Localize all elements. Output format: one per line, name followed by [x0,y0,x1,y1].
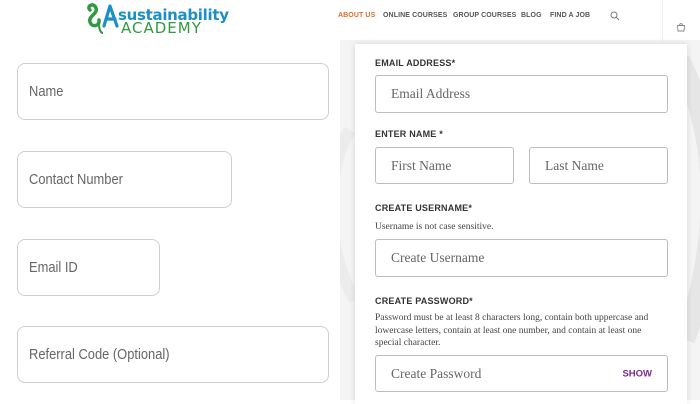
enter-name-label: ENTER NAME * [375,129,443,139]
show-password-button[interactable]: SHOW [622,368,652,379]
create-username-placeholder: Create Username [391,250,485,265]
name-placeholder: Name [29,83,64,100]
search-icon[interactable] [610,11,620,21]
create-username-label: CREATE USERNAME* [375,203,473,213]
last-name-input[interactable]: Last Name [529,147,668,184]
registration-panel: EMAIL ADDRESS* Email Address ENTER NAME … [355,44,687,404]
email-address-placeholder: Email Address [391,86,471,101]
name-input[interactable]: Name [17,63,329,120]
referral-code-input[interactable]: Referral Code (Optional) [17,326,329,383]
nav-online-courses[interactable]: ONLINE COURSES [383,12,447,19]
nav-blog[interactable]: BLOG [521,12,542,19]
brand-logo[interactable]: sustainability ACADEMY [84,2,229,37]
first-name-input[interactable]: First Name [375,147,514,184]
nav-group-courses[interactable]: GROUP COURSES [453,12,516,19]
create-password-placeholder: Create Password [391,365,482,381]
email-id-input[interactable]: Email ID [17,239,160,296]
site-header: sustainability ACADEMY ABOUT US ONLINE C… [0,0,700,44]
contact-number-placeholder: Contact Number [29,171,123,188]
create-password-input[interactable]: Create Password SHOW [375,355,668,392]
brand-name-line2: ACADEMY [121,19,202,37]
email-address-input[interactable]: Email Address [375,75,668,113]
password-hint: Password must be at least 8 characters l… [375,313,649,348]
nav-find-a-job[interactable]: FIND A JOB [550,12,590,19]
username-hint: Username is not case sensitive. [375,222,494,232]
cart-icon[interactable] [676,22,686,32]
create-username-input[interactable]: Create Username [375,239,668,277]
header-divider [662,0,663,44]
contact-number-input[interactable]: Contact Number [17,151,232,208]
email-id-placeholder: Email ID [29,259,78,276]
referral-code-placeholder: Referral Code (Optional) [29,346,170,363]
first-name-placeholder: First Name [391,157,452,173]
email-address-label: EMAIL ADDRESS* [375,58,456,68]
nav-about-us[interactable]: ABOUT US [338,12,375,19]
logo-mark-icon [87,3,119,34]
last-name-placeholder: Last Name [545,157,604,173]
create-password-label: CREATE PASSWORD* [375,296,473,306]
